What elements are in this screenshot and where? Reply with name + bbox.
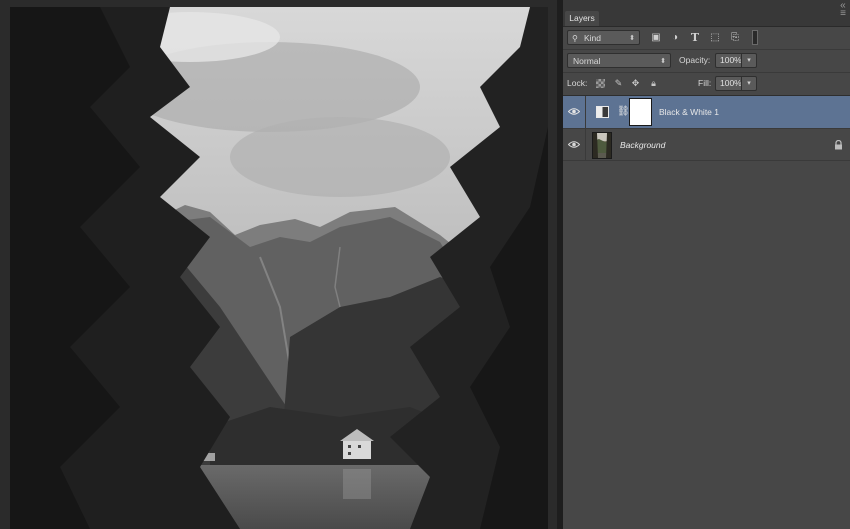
layer-name[interactable]: Black & White 1	[659, 106, 719, 118]
blend-mode-dropdown[interactable]: Normal ⬍	[567, 53, 671, 68]
filter-kind-dropdown[interactable]: ⚲ Kind ⬍	[567, 30, 640, 45]
chevron-down-icon[interactable]: ▾	[741, 54, 756, 67]
chevron-down-icon[interactable]: ▾	[741, 77, 756, 90]
layer-thumbnail[interactable]	[592, 132, 612, 159]
layer-name[interactable]: Background	[620, 139, 665, 151]
opacity-label: Opacity:	[679, 55, 711, 65]
background-thumbnail-image	[593, 133, 611, 158]
lock-label: Lock:	[567, 78, 588, 88]
opacity-field[interactable]: 100% ▾	[715, 53, 757, 68]
eye-icon	[568, 108, 580, 115]
lock-row: Lock: ✎ ✥ 🔒︎ Fill: 100% ▾	[563, 73, 850, 96]
panel-tab-bar: Layers «≡	[563, 0, 850, 27]
opacity-value: 100%	[720, 55, 742, 65]
lock-position-move-icon[interactable]: ✥	[630, 78, 641, 89]
visibility-toggle[interactable]	[563, 96, 586, 128]
layers-panel: Layers «≡ ⚲ Kind ⬍ ▣ ◑ T ⬚ ⎘ Normal ⬍ Op…	[563, 0, 850, 529]
search-icon: ⚲	[572, 34, 578, 43]
black-and-white-landscape-image	[10, 7, 548, 529]
blend-mode-value: Normal	[573, 56, 601, 66]
fill-value: 100%	[720, 78, 742, 88]
lock-transparent-pixels-icon[interactable]	[596, 79, 605, 88]
layers-list: ⛓ Black & White 1 Background	[563, 96, 850, 161]
smart-object-filter-icon[interactable]: ⎘	[729, 32, 741, 44]
shape-layer-filter-icon[interactable]: ⬚	[709, 32, 721, 44]
chevron-updown-icon: ⬍	[660, 58, 666, 65]
filter-toggle-switch[interactable]	[752, 30, 758, 45]
layer-row-background[interactable]: Background	[563, 129, 850, 161]
layer-filter-row: ⚲ Kind ⬍ ▣ ◑ T ⬚ ⎘	[563, 27, 850, 50]
lock-image-pixels-brush-icon[interactable]: ✎	[613, 78, 624, 89]
filter-kind-label: Kind	[584, 33, 602, 43]
black-white-adjustment-icon[interactable]	[596, 106, 609, 118]
layer-row-black-white[interactable]: ⛓ Black & White 1	[563, 96, 850, 129]
chevron-updown-icon: ⬍	[629, 35, 635, 42]
blend-mode-row: Normal ⬍ Opacity: 100% ▾	[563, 50, 850, 73]
document-canvas[interactable]	[0, 0, 557, 529]
link-chain-icon[interactable]: ⛓	[617, 105, 630, 119]
fill-label: Fill:	[698, 78, 712, 88]
lock-all-icon[interactable]: 🔒︎	[648, 78, 659, 89]
adjustment-layer-filter-icon[interactable]: ◑	[669, 32, 681, 44]
lock-icon	[835, 140, 842, 150]
pixel-layer-filter-icon[interactable]: ▣	[650, 32, 662, 44]
fill-field[interactable]: 100% ▾	[715, 76, 757, 91]
eye-icon	[568, 141, 580, 148]
panel-menu-icon[interactable]: «≡	[840, 1, 846, 19]
tab-layers[interactable]: Layers	[565, 11, 599, 26]
canvas-photo[interactable]	[10, 7, 548, 529]
visibility-toggle[interactable]	[563, 129, 586, 161]
type-layer-filter-icon[interactable]: T	[689, 32, 701, 44]
layer-mask-thumbnail[interactable]	[629, 98, 652, 126]
